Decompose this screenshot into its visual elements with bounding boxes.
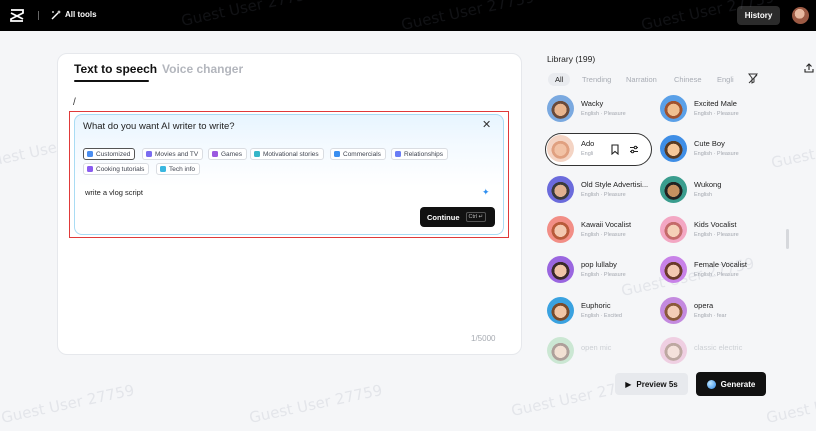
filter-trending[interactable]: Trending: [582, 73, 611, 86]
voice-description: English · Pleasure: [694, 232, 739, 238]
voice-avatar: [547, 337, 574, 364]
voice-description: English · Pleasure: [694, 151, 739, 157]
filter-narration[interactable]: Narration: [626, 73, 657, 86]
cooking-icon: [87, 166, 93, 172]
bookmark-icon[interactable]: [610, 144, 620, 155]
voice-avatar: [547, 216, 574, 243]
voice-name: Cute Boy: [694, 139, 725, 148]
chip-motivational-stories[interactable]: Motivational stories: [250, 148, 324, 160]
voice-description: English · Pleasure: [581, 192, 626, 198]
voice-description: English · Pleasure: [581, 272, 626, 278]
topbar-divider: [38, 11, 39, 20]
chip-cooking-tutorials[interactable]: Cooking tutorials: [83, 163, 150, 175]
user-avatar[interactable]: [792, 7, 809, 24]
watermark: Guest User 27759: [764, 381, 816, 427]
history-button[interactable]: History: [737, 6, 780, 25]
all-tools-link[interactable]: All tools: [65, 10, 97, 19]
voice-description: English · Pleasure: [694, 111, 739, 117]
voice-avatar: [660, 256, 687, 283]
generate-button[interactable]: Generate: [696, 372, 766, 396]
preview-button[interactable]: ▶ Preview 5s: [615, 373, 688, 395]
ai-prompt-input[interactable]: write a vlog script: [85, 188, 143, 197]
active-tab-indicator: [74, 80, 149, 82]
voice-name: classic electric: [694, 343, 743, 352]
voice-description: English · Excited: [581, 313, 622, 319]
voice-avatar: [660, 216, 687, 243]
voice-name: Ado: [581, 139, 595, 148]
chip-commercials[interactable]: Commercials: [330, 148, 386, 160]
settings-sliders-icon[interactable]: [629, 144, 639, 155]
filter-english[interactable]: Engli: [717, 73, 734, 86]
watermark: Guest User 27759: [769, 126, 816, 172]
library-scrollbar[interactable]: [786, 229, 789, 249]
ai-writer-title: What do you want AI writer to write?: [83, 121, 235, 132]
chip-games[interactable]: Games: [208, 148, 247, 160]
continue-button[interactable]: Continue Ctrl ↵: [420, 207, 495, 227]
voice-name: Kawaii Vocalist: [581, 220, 632, 229]
voice-name: opera: [694, 301, 714, 310]
tv-icon: [146, 151, 152, 157]
voice-avatar: [547, 95, 574, 122]
voice-name: Kids Vocalist: [694, 220, 737, 229]
voice-name: Old Style Advertisi...: [581, 180, 649, 189]
voice-description: English · Pleasure: [581, 232, 626, 238]
watermark: Guest User 27759: [247, 381, 384, 427]
capcut-logo-icon[interactable]: [10, 9, 24, 22]
megaphone-icon: [334, 151, 340, 157]
voice-description: English · Pleasure: [694, 272, 739, 278]
voice-avatar: [547, 135, 574, 162]
voice-avatar: [547, 297, 574, 324]
character-counter: 1/5000: [471, 334, 496, 343]
top-bar: [0, 0, 816, 31]
filter-chinese[interactable]: Chinese: [674, 73, 702, 86]
motivation-icon: [254, 151, 260, 157]
tab-text-to-speech[interactable]: Text to speech: [74, 62, 157, 76]
voice-avatar: [660, 135, 687, 162]
document-icon: [87, 151, 93, 157]
voice-name: Excited Male: [694, 99, 737, 108]
editor-text[interactable]: /: [73, 97, 76, 108]
watermark: Guest User 27759: [0, 381, 136, 427]
voice-avatar: [660, 297, 687, 324]
voice-name: Wacky: [581, 99, 604, 108]
voice-name: Female Vocalist: [694, 260, 747, 269]
voice-avatar: [660, 337, 687, 364]
voice-name: Wukong: [694, 180, 722, 189]
voice-avatar: [547, 256, 574, 283]
upload-icon[interactable]: [804, 63, 814, 73]
voice-name: open mic: [581, 343, 612, 352]
library-title: Library (199): [547, 54, 596, 64]
chip-movies-and-tv[interactable]: Movies and TV: [142, 148, 204, 160]
gamepad-icon: [212, 151, 218, 157]
voice-description: English · fear: [694, 313, 727, 319]
voice-description: English: [694, 192, 713, 198]
sparkle-icon[interactable]: ✦: [482, 187, 490, 198]
voice-description: English · Pleasure: [581, 111, 626, 117]
close-icon[interactable]: ✕: [482, 120, 491, 131]
voice-description: Engli: [581, 151, 594, 157]
voice-name: Euphoric: [581, 301, 611, 310]
voice-avatar: [547, 176, 574, 203]
magic-wand-icon: [51, 10, 61, 20]
people-icon: [395, 151, 401, 157]
shortcut-hint: Ctrl ↵: [465, 212, 487, 222]
play-icon: ▶: [625, 379, 632, 389]
filter-all[interactable]: All: [548, 73, 571, 86]
tab-voice-changer[interactable]: Voice changer: [162, 62, 243, 76]
chip-tech-info[interactable]: Tech info: [156, 163, 201, 175]
tech-icon: [160, 166, 166, 172]
filter-icon[interactable]: [748, 73, 758, 84]
generate-icon: [706, 379, 716, 389]
voice-name: pop lullaby: [581, 260, 617, 269]
voice-avatar: [660, 95, 687, 122]
voice-avatar: [660, 176, 687, 203]
chip-relationships[interactable]: Relationships: [391, 148, 449, 160]
chip-customized[interactable]: Customized: [83, 148, 136, 160]
